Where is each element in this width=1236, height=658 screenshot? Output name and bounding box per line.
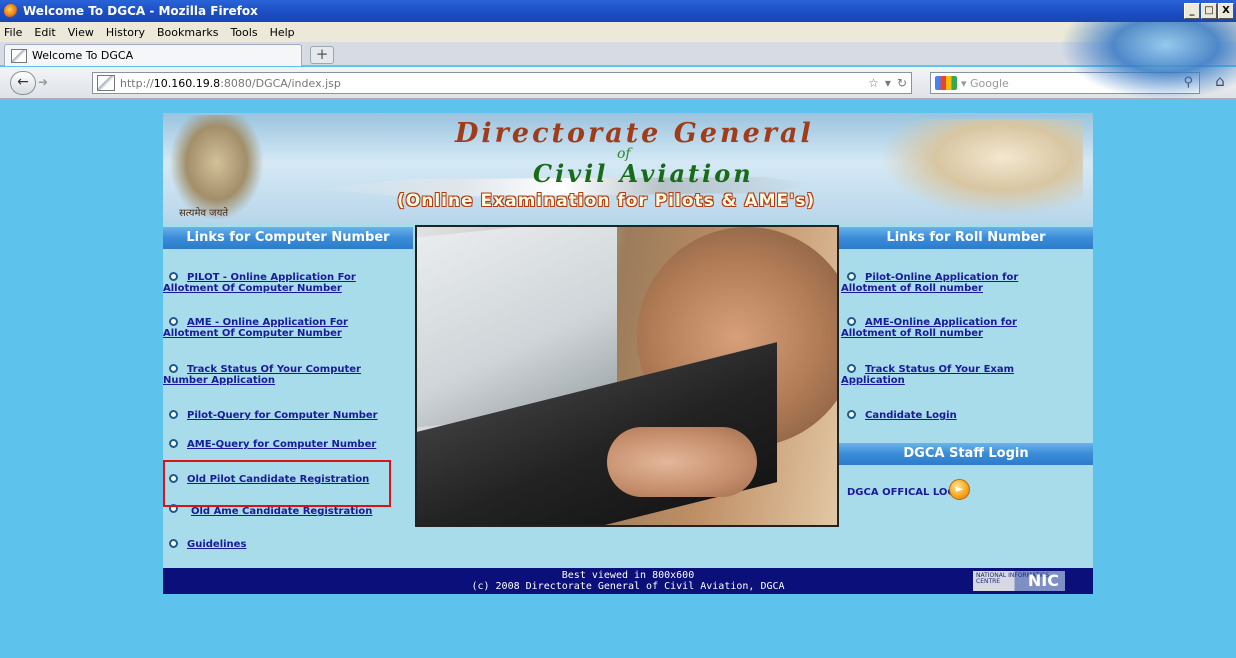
search-placeholder: Google bbox=[970, 76, 1009, 90]
laptop-photo bbox=[415, 225, 839, 527]
dgca-page: सत्यमेव जयते Directorate General of Civi… bbox=[163, 113, 1093, 596]
candidate-login-link[interactable]: Candidate Login bbox=[865, 410, 957, 421]
minimize-button[interactable]: _ bbox=[1184, 3, 1200, 19]
banner-title-line3: Civil Aviation bbox=[533, 159, 754, 188]
maximize-button[interactable]: □ bbox=[1201, 3, 1217, 19]
forward-button[interactable]: ➜ bbox=[38, 75, 48, 89]
close-button[interactable]: X bbox=[1218, 3, 1234, 19]
menu-help[interactable]: Help bbox=[270, 26, 295, 39]
search-dropdown-icon[interactable]: ▾ bbox=[961, 77, 970, 90]
staff-login-heading: DGCA Staff Login bbox=[839, 443, 1093, 465]
url-text: http://10.160.19.8:8080/DGCA/index.jsp bbox=[120, 76, 341, 90]
menu-tools[interactable]: Tools bbox=[230, 26, 257, 39]
pilot-query-link[interactable]: Pilot-Query for Computer Number bbox=[187, 410, 378, 421]
url-bar-icons: ☆ ▾ ↻ bbox=[868, 76, 907, 90]
home-icon[interactable]: ⌂ bbox=[1208, 72, 1232, 94]
site-identity-icon[interactable] bbox=[97, 75, 115, 91]
tab-bar: Welcome To DGCA + bbox=[0, 42, 1236, 66]
search-icon[interactable]: ⚲ bbox=[1183, 75, 1193, 90]
highlight-box bbox=[163, 460, 391, 507]
roll-number-heading: Links for Roll Number bbox=[839, 227, 1093, 249]
header-banner: सत्यमेव जयते Directorate General of Civi… bbox=[163, 113, 1093, 223]
menu-history[interactable]: History bbox=[106, 26, 145, 39]
bullet-icon bbox=[169, 439, 178, 448]
footer-best-viewed: Best viewed in 800x600 bbox=[561, 570, 695, 581]
google-engine-icon[interactable] bbox=[935, 76, 957, 90]
menu-edit[interactable]: Edit bbox=[34, 26, 55, 39]
menu-bar: File Edit View History Bookmarks Tools H… bbox=[0, 22, 1236, 42]
banner-subtitle: (Online Examination for Pilots & AME's) bbox=[397, 191, 816, 211]
menu-view[interactable]: View bbox=[68, 26, 94, 39]
footer-copyright: (c) 2008 Directorate General of Civil Av… bbox=[471, 581, 785, 592]
ame-online-application-link[interactable]: AME - Online Application For Allotment Of… bbox=[163, 317, 348, 339]
back-button[interactable]: ← bbox=[10, 71, 36, 95]
window-controls: _ □ X bbox=[1184, 3, 1234, 19]
ame-roll-application-link[interactable]: AME-Online Application for Allotment of R… bbox=[841, 317, 1017, 339]
reload-icon[interactable]: ↻ bbox=[897, 76, 907, 90]
track-exam-status-link[interactable]: Track Status Of Your Exam Application bbox=[841, 364, 1014, 386]
pilot-online-application-link[interactable]: PILOT - Online Application For Allotment … bbox=[163, 272, 356, 294]
computer-number-heading: Links for Computer Number bbox=[163, 227, 413, 249]
navigation-bar: ← ➜ http://10.160.19.8:8080/DGCA/index.j… bbox=[0, 67, 1236, 99]
page-footer: Best viewed in 800x600 (c) 2008 Director… bbox=[163, 568, 1093, 594]
new-tab-button[interactable]: + bbox=[310, 46, 334, 64]
banner-title-line1: Directorate General bbox=[455, 118, 814, 149]
scroll-mouse-image bbox=[883, 119, 1083, 215]
menu-file[interactable]: File bbox=[4, 26, 22, 39]
guidelines-link[interactable]: Guidelines bbox=[187, 539, 246, 550]
search-box[interactable]: ▾ Google ⚲ bbox=[930, 72, 1200, 94]
bullet-icon bbox=[169, 539, 178, 548]
main-content: Links for Computer Number Links for Roll… bbox=[163, 223, 1093, 568]
tab-label: Welcome To DGCA bbox=[32, 49, 134, 62]
bullet-icon bbox=[169, 410, 178, 419]
page-favicon-icon bbox=[11, 48, 27, 63]
track-computer-status-link[interactable]: Track Status Of Your Computer Number Appl… bbox=[163, 364, 361, 386]
nic-logo: NATIONAL INFORMATICS CENTRE NIC bbox=[973, 571, 1065, 591]
nic-logo-text: NIC bbox=[1027, 571, 1059, 590]
go-arrow-icon[interactable]: ► bbox=[949, 479, 970, 500]
bookmark-star-icon[interactable]: ☆ bbox=[868, 76, 879, 90]
window-title: Welcome To DGCA - Mozilla Firefox bbox=[23, 4, 258, 18]
firefox-icon bbox=[4, 4, 18, 18]
window-title-bar: Welcome To DGCA - Mozilla Firefox _ □ X bbox=[0, 0, 1236, 22]
tab-welcome[interactable]: Welcome To DGCA bbox=[4, 44, 302, 66]
bullet-icon bbox=[847, 410, 856, 419]
ame-query-link[interactable]: AME-Query for Computer Number bbox=[187, 439, 376, 450]
emblem-caption: सत्यमेव जयते bbox=[179, 208, 229, 219]
menu-bookmarks[interactable]: Bookmarks bbox=[157, 26, 218, 39]
url-bar[interactable]: http://10.160.19.8:8080/DGCA/index.jsp ☆… bbox=[92, 72, 912, 94]
old-ame-registration-link[interactable]: Old Ame Candidate Registration bbox=[191, 506, 372, 517]
national-emblem-icon: सत्यमेव जयते bbox=[169, 115, 264, 221]
person-hand bbox=[607, 427, 757, 497]
history-dropdown-icon[interactable]: ▾ bbox=[885, 76, 891, 90]
pilot-roll-application-link[interactable]: Pilot-Online Application for Allotment of… bbox=[841, 272, 1018, 294]
